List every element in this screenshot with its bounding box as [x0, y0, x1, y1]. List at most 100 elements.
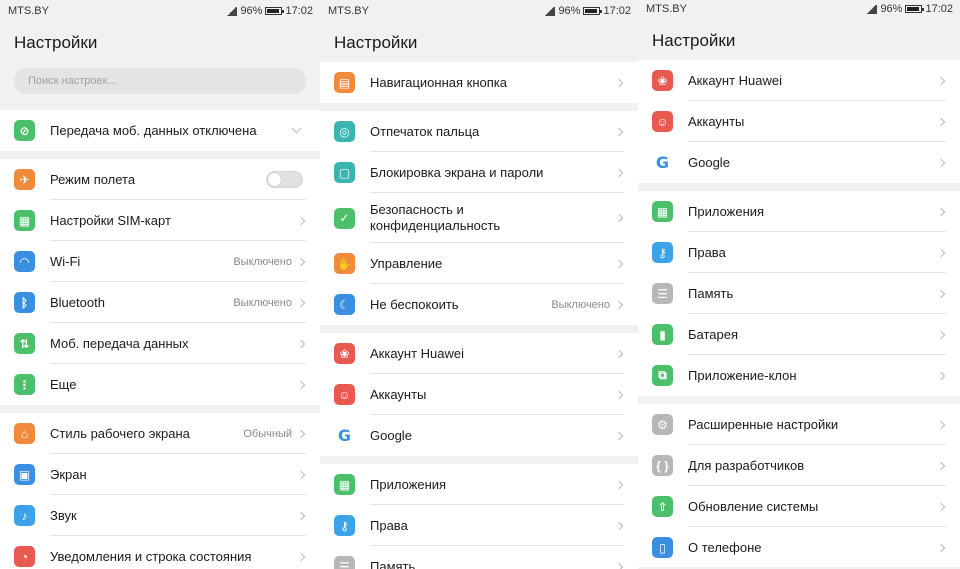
list-item-label: Безопасность и конфиденциальность — [370, 202, 501, 233]
carrier-name: MTS.BY — [646, 3, 687, 15]
search-input[interactable]: Поиск настроек... — [14, 68, 306, 94]
phone-icon: ▯ — [652, 537, 673, 558]
list-item-about-phone[interactable]: ▯ О телефоне — [638, 527, 960, 567]
list-item-permissions[interactable]: ⚷ Права — [320, 505, 638, 546]
list-item-battery[interactable]: ▮ Батарея — [638, 314, 960, 355]
list-item-notifications[interactable]: ◔ Уведомления и строка состояния — [0, 536, 320, 569]
list-item-huawei-account[interactable]: ❀ Аккаунт Huawei — [320, 333, 638, 374]
signal-icon — [226, 6, 238, 16]
chevron-right-icon — [614, 300, 624, 309]
chevron-right-icon — [936, 207, 946, 216]
apps-icon: ▦ — [334, 474, 355, 495]
list-item-developer-options[interactable]: { } Для разработчиков — [638, 445, 960, 486]
display-icon: ▣ — [14, 464, 35, 485]
list-item-system-update[interactable]: ⇧ Обновление системы — [638, 486, 960, 527]
list-item-control[interactable]: ✋ Управление — [320, 243, 638, 284]
list-item-google[interactable]: G Google — [638, 142, 960, 183]
list-item-mobile-data-off[interactable]: ⊘ Передача моб. данных отключена — [0, 110, 320, 151]
clock: 17:02 — [925, 3, 953, 15]
list-item-label: Аккаунты — [370, 386, 427, 402]
battery-percent: 96% — [240, 5, 263, 17]
clone-icon: ⧉ — [652, 365, 673, 386]
battery-percent: 96% — [558, 5, 581, 17]
list-item-fingerprint[interactable]: ◎ Отпечаток пальца — [320, 111, 638, 152]
list-item-label: Батарея — [688, 326, 739, 342]
page-title: Настройки — [14, 33, 98, 52]
battery-icon — [905, 5, 925, 13]
chevron-right-icon — [936, 76, 946, 85]
fingerprint-icon: ◎ — [334, 121, 355, 142]
list-item-label: Приложение-клон — [688, 367, 797, 383]
list-item-advanced-settings[interactable]: ⚙ Расширенные настройки — [638, 404, 960, 445]
list-item-sound[interactable]: ♪ Звук — [0, 495, 320, 536]
braces-icon: { } — [652, 455, 673, 476]
status-bar: MTS.BY 96% 17:02 — [638, 0, 960, 22]
list-item-bluetooth[interactable]: ᛒ Bluetooth Выключено — [0, 282, 320, 323]
settings-screen-3: MTS.BY 96% 17:02 Настройки ❀ Аккаунт Hua… — [638, 0, 960, 567]
list-item-label: Аккаунт Huawei — [688, 72, 783, 88]
list-item-label: Google — [370, 427, 412, 443]
list-item-security[interactable]: ✓ Безопасность и конфиденциальность — [320, 193, 638, 243]
wifi-icon: ◠ — [14, 251, 35, 272]
data-off-icon: ⊘ — [14, 120, 35, 141]
list-item-accounts[interactable]: ☺ Аккаунты — [320, 374, 638, 415]
list-item-google[interactable]: G Google — [320, 415, 638, 456]
list-item-huawei-account[interactable]: ❀ Аккаунт Huawei — [638, 60, 960, 101]
list-item-wifi[interactable]: ◠ Wi-Fi Выключено — [0, 241, 320, 282]
chevron-right-icon — [936, 502, 946, 511]
list-item-more[interactable]: ⋮ Еще — [0, 364, 320, 405]
list-item-value: Выключено — [233, 296, 292, 309]
account-icon: ☺ — [334, 384, 355, 405]
list-item-nav-button[interactable]: ▤ Навигационная кнопка — [320, 62, 638, 103]
chevron-right-icon — [614, 349, 624, 358]
account-icon: ☺ — [652, 111, 673, 132]
chevron-down-icon[interactable] — [291, 123, 302, 134]
chevron-right-icon — [936, 289, 946, 298]
key-icon: ⚷ — [334, 515, 355, 536]
storage-icon: ☰ — [652, 283, 673, 304]
mobile-data-icon: ⇅ — [14, 333, 35, 354]
list-item-label: Аккаунт Huawei — [370, 345, 465, 361]
list-item-label: Не беспокоить — [370, 296, 459, 312]
list-item-airplane-mode[interactable]: ✈ Режим полета — [0, 159, 320, 200]
list-item-label: Передача моб. данных отключена — [50, 122, 257, 138]
list-item-label: Настройки SIM-карт — [50, 212, 171, 228]
battery-icon: ▮ — [652, 324, 673, 345]
list-item-app-clone[interactable]: ⧉ Приложение-клон — [638, 355, 960, 396]
chevron-right-icon — [296, 429, 306, 438]
chevron-right-icon — [614, 78, 624, 87]
storage-icon: ☰ — [334, 556, 355, 569]
list-item-label: Обновление системы — [688, 498, 819, 514]
google-icon: G — [337, 426, 352, 445]
list-item-label: Приложения — [688, 203, 765, 219]
list-item-apps[interactable]: ▦ Приложения — [638, 191, 960, 232]
list-item-do-not-disturb[interactable]: ☾ Не беспокоить Выключено — [320, 284, 638, 325]
list-item-apps[interactable]: ▦ Приложения — [320, 464, 638, 505]
chevron-right-icon — [936, 330, 946, 339]
list-item-sim-settings[interactable]: ▦ Настройки SIM-карт — [0, 200, 320, 241]
list-item-home-style[interactable]: ⌂ Стиль рабочего экрана Обычный — [0, 413, 320, 454]
list-item-label: Отпечаток пальца — [370, 123, 480, 139]
list-item-accounts[interactable]: ☺ Аккаунты — [638, 101, 960, 142]
settings-group: ✈ Режим полета ▦ Настройки SIM-карт ◠ Wi… — [0, 159, 320, 405]
status-bar: MTS.BY 96% 17:02 — [0, 0, 320, 24]
list-item-label: Звук — [50, 507, 77, 523]
list-item-label: Управление — [370, 255, 443, 271]
chevron-right-icon — [614, 562, 624, 569]
settings-group: ❀ Аккаунт Huawei ☺ Аккаунты G Google — [638, 60, 960, 183]
list-item-label: Еще — [50, 376, 77, 392]
list-item-mobile-data[interactable]: ⇅ Моб. передача данных — [0, 323, 320, 364]
list-item-storage[interactable]: ☰ Память — [638, 273, 960, 314]
list-item-display[interactable]: ▣ Экран — [0, 454, 320, 495]
airplane-mode-toggle[interactable] — [266, 171, 303, 188]
home-icon: ⌂ — [14, 423, 35, 444]
page-title: Настройки — [334, 33, 418, 52]
list-item-screen-lock[interactable]: ▢ Блокировка экрана и пароли — [320, 152, 638, 193]
list-item-storage[interactable]: ☰ Память — [320, 546, 638, 569]
gear-icon: ⚙ — [652, 414, 673, 435]
list-item-label: Режим полета — [50, 171, 136, 187]
chevron-right-icon — [936, 158, 946, 167]
list-item-label: Память — [370, 558, 416, 569]
list-item-label: Навигационная кнопка — [370, 74, 507, 90]
list-item-permissions[interactable]: ⚷ Права — [638, 232, 960, 273]
